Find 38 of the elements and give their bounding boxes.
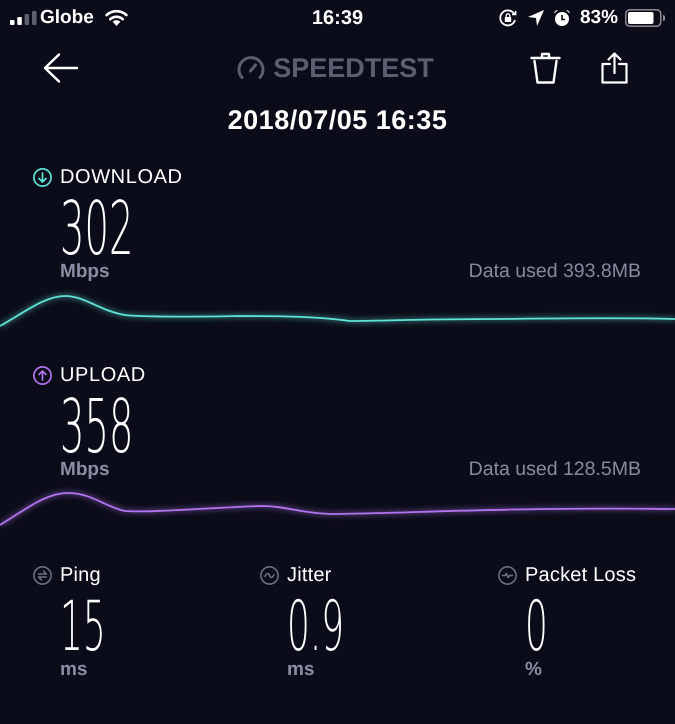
speed-value: 302 <box>60 198 134 260</box>
rotation-lock-icon <box>498 8 517 26</box>
ping-arrows-icon <box>33 566 52 584</box>
speed-label: DOWNLOAD <box>60 165 183 189</box>
metric-unit: ms <box>287 659 314 681</box>
share-icon <box>601 52 628 84</box>
speed-unit: Mbps <box>60 261 110 283</box>
wifi-icon <box>104 9 128 26</box>
trash-icon <box>530 52 561 84</box>
metric-value: 0.9 <box>287 598 344 656</box>
metric-value: 15 <box>60 598 106 656</box>
share-button[interactable] <box>601 52 628 84</box>
metric-unit: % <box>525 659 542 681</box>
speed-unit: Mbps <box>60 459 110 481</box>
metric-label: Ping <box>60 563 101 587</box>
back-arrow-icon <box>43 53 79 83</box>
data-used-text: Data used 393.8MB <box>468 260 641 282</box>
pulse-icon <box>498 566 517 584</box>
metric-label: Jitter <box>287 563 332 587</box>
metric-value: 0 <box>525 598 548 656</box>
signal-bars-icon <box>10 10 37 24</box>
metric-label: Packet Loss <box>525 563 636 587</box>
test-date: 2018/07/05 16:35 <box>226 105 448 135</box>
battery-icon <box>625 8 665 26</box>
back-button[interactable] <box>43 53 79 83</box>
location-arrow-icon <box>528 10 544 26</box>
status-time: 16:39 <box>312 6 364 28</box>
wave-icon <box>260 566 279 584</box>
battery-percent: 83% <box>580 6 618 28</box>
gauge-icon <box>237 56 266 80</box>
data-used-text: Data used 128.5MB <box>468 458 641 480</box>
carrier-name: Globe <box>40 6 94 28</box>
speed-label: UPLOAD <box>60 363 146 387</box>
metric-unit: ms <box>60 659 88 681</box>
alarm-clock-icon <box>552 8 571 26</box>
delete-button[interactable] <box>530 52 561 84</box>
speed-value: 358 <box>60 396 134 458</box>
logo-text: SPEEDTEST <box>273 53 434 83</box>
